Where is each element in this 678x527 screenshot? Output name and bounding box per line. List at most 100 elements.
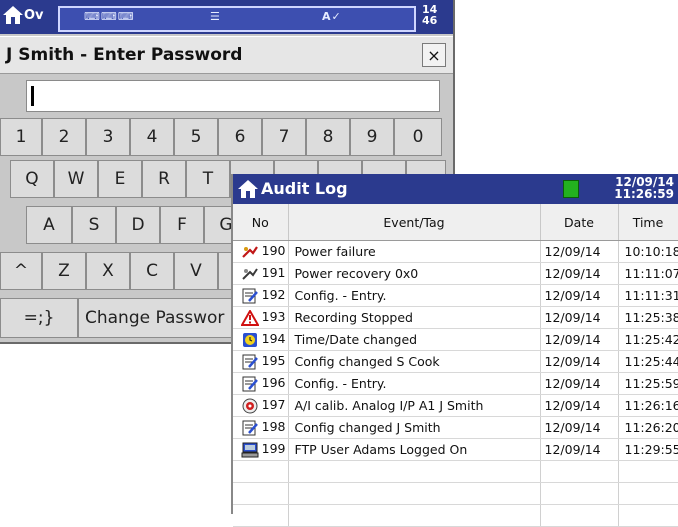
key-3[interactable]: 3 <box>86 118 130 156</box>
top-status-bar: Ov ⌨⌨⌨ ☰ A✓ 14 46 <box>0 0 453 34</box>
text-caret <box>31 86 34 106</box>
key-5[interactable]: 5 <box>174 118 218 156</box>
key-a[interactable]: A <box>26 206 72 244</box>
toolbar-strip: ⌨⌨⌨ ☰ A✓ <box>58 6 416 32</box>
row-event: FTP User Adams Logged On <box>288 438 541 461</box>
key-1[interactable]: 1 <box>0 118 42 156</box>
row-date: 12/09/14 <box>540 306 619 329</box>
table-row[interactable]: 197 A/I calib. Analog I/P A1 J Smith 12/09… <box>233 394 678 417</box>
table-row[interactable]: 193 Recording Stopped 12/09/14 11:25:38 <box>233 306 678 329</box>
row-event: Config changed J Smith <box>288 416 541 439</box>
key-r[interactable]: R <box>142 160 186 198</box>
key-z[interactable]: Z <box>42 252 86 290</box>
clock-readout: 14 46 <box>422 3 438 27</box>
table-row[interactable]: 198 Config changed J Smith 12/09/14 11:26:2… <box>233 416 678 439</box>
key-t[interactable]: T <box>186 160 230 198</box>
key-8[interactable]: 8 <box>306 118 350 156</box>
table-row[interactable]: 190 Power failure 12/09/14 10:10:18 <box>233 240 678 263</box>
table-row[interactable]: 194 Time/Date changed 12/09/14 11:25:42 <box>233 328 678 351</box>
audit-log-title: Audit Log <box>261 179 348 198</box>
keyboard-icon[interactable]: ⌨⌨⌨ <box>84 10 135 23</box>
key-4[interactable]: 4 <box>130 118 174 156</box>
row-date: 12/09/14 <box>540 240 619 263</box>
warning-icon <box>239 308 260 326</box>
row-event: Config changed S Cook <box>288 350 541 373</box>
key-0[interactable]: 0 <box>394 118 442 156</box>
row-date: 12/09/14 <box>540 416 619 439</box>
column-header-event[interactable]: Event/Tag <box>288 204 541 241</box>
row-time: 11:25:42 <box>618 328 678 351</box>
row-date: 12/09/14 <box>540 262 619 285</box>
table-row[interactable]: 195 Config changed S Cook 12/09/14 11:25:44 <box>233 350 678 373</box>
row-number: 196 <box>233 372 289 395</box>
key-d[interactable]: D <box>116 206 160 244</box>
table-row[interactable]: 192 Config. - Entry. 12/09/14 11:11:31 <box>233 284 678 307</box>
dialog-title-bar: J Smith - Enter Password × <box>0 36 453 74</box>
key-2[interactable]: 2 <box>42 118 86 156</box>
acknowledge-icon[interactable]: A✓ <box>322 10 342 23</box>
key-caret[interactable]: ^ <box>0 252 42 290</box>
empty-table-row <box>233 482 678 505</box>
key-v[interactable]: V <box>174 252 218 290</box>
row-time: 11:26:20 <box>618 416 678 439</box>
password-input[interactable] <box>26 80 440 112</box>
row-number: 194 <box>233 328 289 351</box>
row-event: Power recovery 0x0 <box>288 262 541 285</box>
symbols-key[interactable]: =;} <box>0 298 78 338</box>
computer-icon <box>241 442 259 458</box>
key-e[interactable]: E <box>98 160 142 198</box>
row-date: 12/09/14 <box>540 328 619 351</box>
sd-card-icon <box>563 180 579 198</box>
calibration-icon <box>241 398 259 414</box>
empty-table-row <box>233 460 678 483</box>
key-w[interactable]: W <box>54 160 98 198</box>
row-number: 190 <box>233 240 289 263</box>
row-event: A/I calib. Analog I/P A1 J Smith <box>288 394 541 417</box>
table-row[interactable]: 199 FTP User Adams Logged On 12/09/14 11:29… <box>233 438 678 461</box>
home-icon[interactable] <box>237 178 259 200</box>
row-number: 191 <box>233 262 289 285</box>
audit-log-window: Audit Log 12/09/14 11:26:59 No Event/Tag… <box>231 174 678 527</box>
audit-log-table: No Event/Tag Date Time 190 Power failure 1… <box>233 204 678 527</box>
key-f[interactable]: F <box>160 206 204 244</box>
row-date: 12/09/14 <box>540 350 619 373</box>
config-icon <box>241 376 259 392</box>
row-number: 199 <box>233 438 289 461</box>
key-9[interactable]: 9 <box>350 118 394 156</box>
row-event: Power failure <box>288 240 541 263</box>
row-date: 12/09/14 <box>540 438 619 461</box>
close-button[interactable]: × <box>422 43 446 67</box>
list-icon[interactable]: ☰ <box>210 10 221 23</box>
row-number: 198 <box>233 416 289 439</box>
home-icon[interactable] <box>2 4 24 26</box>
key-6[interactable]: 6 <box>218 118 262 156</box>
row-time: 11:25:59 <box>618 372 678 395</box>
column-header-no[interactable]: No <box>233 204 289 241</box>
key-c[interactable]: C <box>130 252 174 290</box>
row-time: 10:10:18 <box>618 240 678 263</box>
table-row[interactable]: 191 Power recovery 0x0 12/09/14 11:11:07 <box>233 262 678 285</box>
row-date: 12/09/14 <box>540 394 619 417</box>
table-header-row: No Event/Tag Date Time <box>233 204 678 241</box>
power-failure-icon <box>241 244 259 260</box>
key-7[interactable]: 7 <box>262 118 306 156</box>
empty-table-row <box>233 504 678 527</box>
column-header-time[interactable]: Time <box>618 204 678 241</box>
row-date: 12/09/14 <box>540 284 619 307</box>
row-time: 11:26:16 <box>618 394 678 417</box>
overview-label: Ov <box>24 8 44 23</box>
dialog-title: J Smith - Enter Password <box>6 45 243 65</box>
key-x[interactable]: X <box>86 252 130 290</box>
row-event: Recording Stopped <box>288 306 541 329</box>
row-event: Config. - Entry. <box>288 284 541 307</box>
config-icon <box>241 288 259 304</box>
row-number: 192 <box>233 284 289 307</box>
key-s[interactable]: S <box>72 206 116 244</box>
power-recovery-icon <box>241 266 259 282</box>
row-time: 11:25:44 <box>618 350 678 373</box>
audit-log-datetime: 12/09/14 11:26:59 <box>614 175 674 201</box>
column-header-date[interactable]: Date <box>540 204 619 241</box>
key-q[interactable]: Q <box>10 160 54 198</box>
row-number: 197 <box>233 394 289 417</box>
table-row[interactable]: 196 Config. - Entry. 12/09/14 11:25:59 <box>233 372 678 395</box>
